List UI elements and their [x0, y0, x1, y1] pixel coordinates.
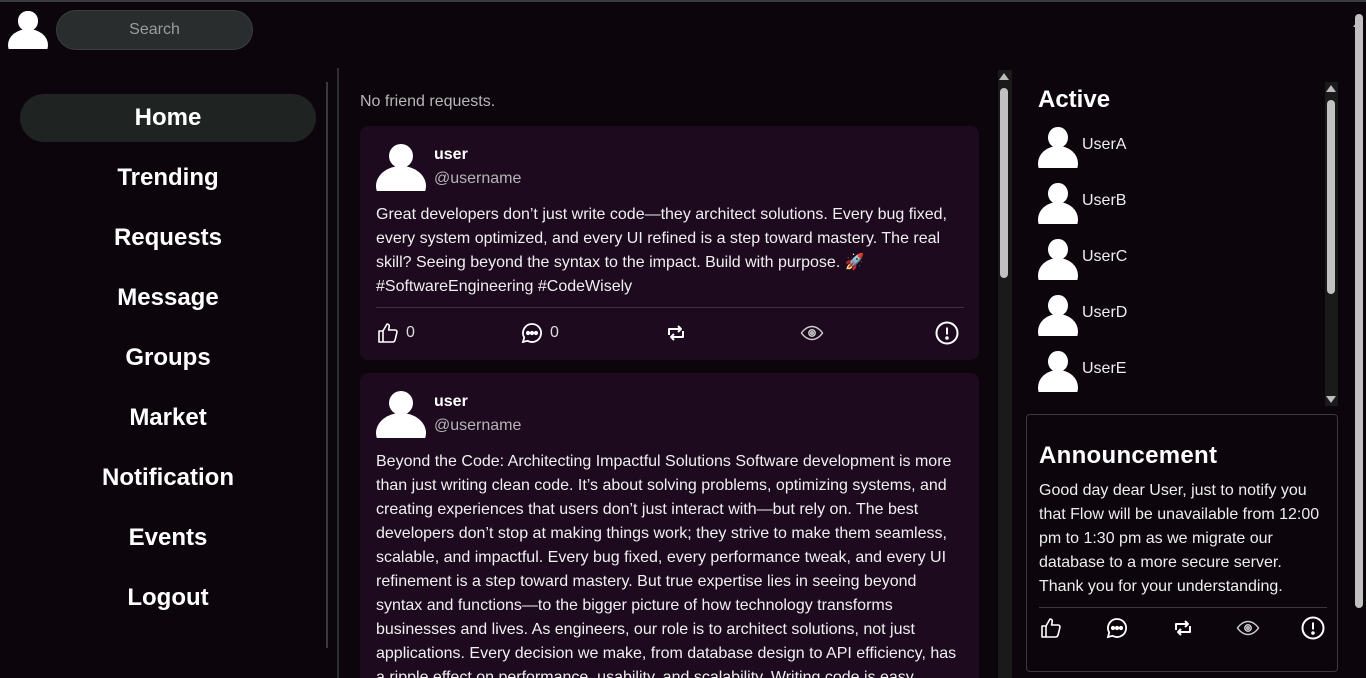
announcement-repost-button[interactable] [1171, 616, 1195, 640]
active-user-name: UserC [1082, 248, 1128, 265]
announcement-divider [1039, 607, 1327, 608]
active-user-item[interactable]: UserC [1038, 236, 1288, 280]
announcement-body: Good day dear User, just to notify you t… [1039, 482, 1320, 595]
repost-button[interactable] [664, 321, 688, 345]
active-user-name: UserD [1082, 304, 1128, 321]
post-card: user @username Great developers don’t ju… [360, 126, 979, 360]
active-user-item[interactable]: UserD [1038, 292, 1288, 336]
alert-circle-icon [1301, 616, 1325, 640]
nav-item-message[interactable]: Message [20, 274, 316, 322]
scroll-up-arrow[interactable] [1326, 85, 1336, 92]
eye-icon [800, 325, 824, 341]
active-user-name: UserE [1082, 360, 1127, 377]
thumbs-up-icon [1041, 618, 1061, 638]
page-scrollbar[interactable] [1352, 14, 1366, 608]
post-author-name[interactable]: user [434, 146, 468, 164]
comment-count: 0 [550, 324, 559, 341]
feed-scrollbar[interactable] [998, 70, 1012, 678]
nav-item-notification[interactable]: Notification [20, 454, 316, 502]
active-scrollbar[interactable] [1325, 82, 1338, 406]
nav-item-home[interactable]: Home [20, 94, 316, 142]
post-divider [376, 307, 964, 308]
window-top-border [0, 0, 1366, 2]
active-user-avatar [1038, 292, 1078, 336]
announcement-card: Announcement Good day dear User, just to… [1026, 414, 1338, 672]
page-scrollbar-thumb[interactable] [1355, 14, 1363, 608]
feed: No friend requests. user @username Great… [337, 68, 997, 678]
repost-icon [1175, 620, 1191, 636]
active-users-panel: Active UserA UserB UserC UserD UserE [1030, 82, 1322, 406]
sidebar-nav: Home Trending Requests Message Groups Ma… [0, 82, 328, 648]
comment-icon [521, 323, 542, 344]
eye-icon [1236, 620, 1260, 636]
active-user-item[interactable]: UserA [1038, 124, 1288, 168]
post-body: Beyond the Code: Architecting Impactful … [376, 453, 957, 678]
announcement-like-button[interactable] [1039, 616, 1063, 640]
post-author-name[interactable]: user [434, 393, 468, 411]
active-user-avatar [1038, 180, 1078, 224]
comment-button[interactable]: 0 [520, 321, 559, 345]
active-user-item[interactable]: UserB [1038, 180, 1288, 224]
active-user-avatar [1038, 404, 1078, 406]
nav-item-market[interactable]: Market [20, 394, 316, 442]
no-requests-text: No friend requests. [360, 93, 496, 110]
nav-item-groups[interactable]: Groups [20, 334, 316, 382]
repost-icon [668, 325, 684, 341]
active-user-avatar [1038, 348, 1078, 392]
scroll-down-arrow[interactable] [1326, 396, 1336, 403]
active-user-name: UserB [1082, 192, 1127, 209]
active-title: Active [1038, 86, 1111, 113]
search-input[interactable] [56, 10, 253, 50]
comment-icon [1106, 618, 1127, 639]
active-user-item[interactable]: UserE [1038, 348, 1288, 392]
nav-item-events[interactable]: Events [20, 514, 316, 562]
active-scrollbar-thumb[interactable] [1327, 100, 1335, 294]
profile-avatar[interactable] [8, 9, 48, 49]
post-card: user @username Beyond the Code: Architec… [360, 373, 979, 678]
post-avatar[interactable] [376, 141, 426, 191]
active-user-name: UserA [1082, 136, 1127, 153]
active-user-avatar [1038, 236, 1078, 280]
report-button[interactable] [935, 321, 959, 345]
nav-item-logout[interactable]: Logout [20, 574, 316, 622]
like-button[interactable]: 0 [376, 321, 415, 345]
post-author-handle: @username [434, 170, 522, 187]
announcement-view-button[interactable] [1236, 616, 1260, 640]
announcement-title: Announcement [1039, 442, 1218, 469]
nav-item-trending[interactable]: Trending [20, 154, 316, 202]
feed-scrollbar-thumb[interactable] [1000, 88, 1008, 278]
post-author-handle: @username [434, 417, 522, 434]
post-avatar[interactable] [376, 388, 426, 438]
announcement-comment-button[interactable] [1105, 616, 1129, 640]
scroll-up-arrow[interactable] [999, 73, 1009, 80]
active-user-item-partial[interactable] [1038, 404, 1288, 406]
nav-item-requests[interactable]: Requests [20, 214, 316, 262]
announcement-report-button[interactable] [1301, 616, 1325, 640]
active-user-avatar [1038, 124, 1078, 168]
post-body: Great developers don’t just write code—t… [376, 206, 947, 295]
view-button[interactable] [800, 321, 824, 345]
alert-circle-icon [935, 321, 959, 345]
thumbs-up-icon [378, 323, 398, 343]
like-count: 0 [406, 324, 415, 341]
